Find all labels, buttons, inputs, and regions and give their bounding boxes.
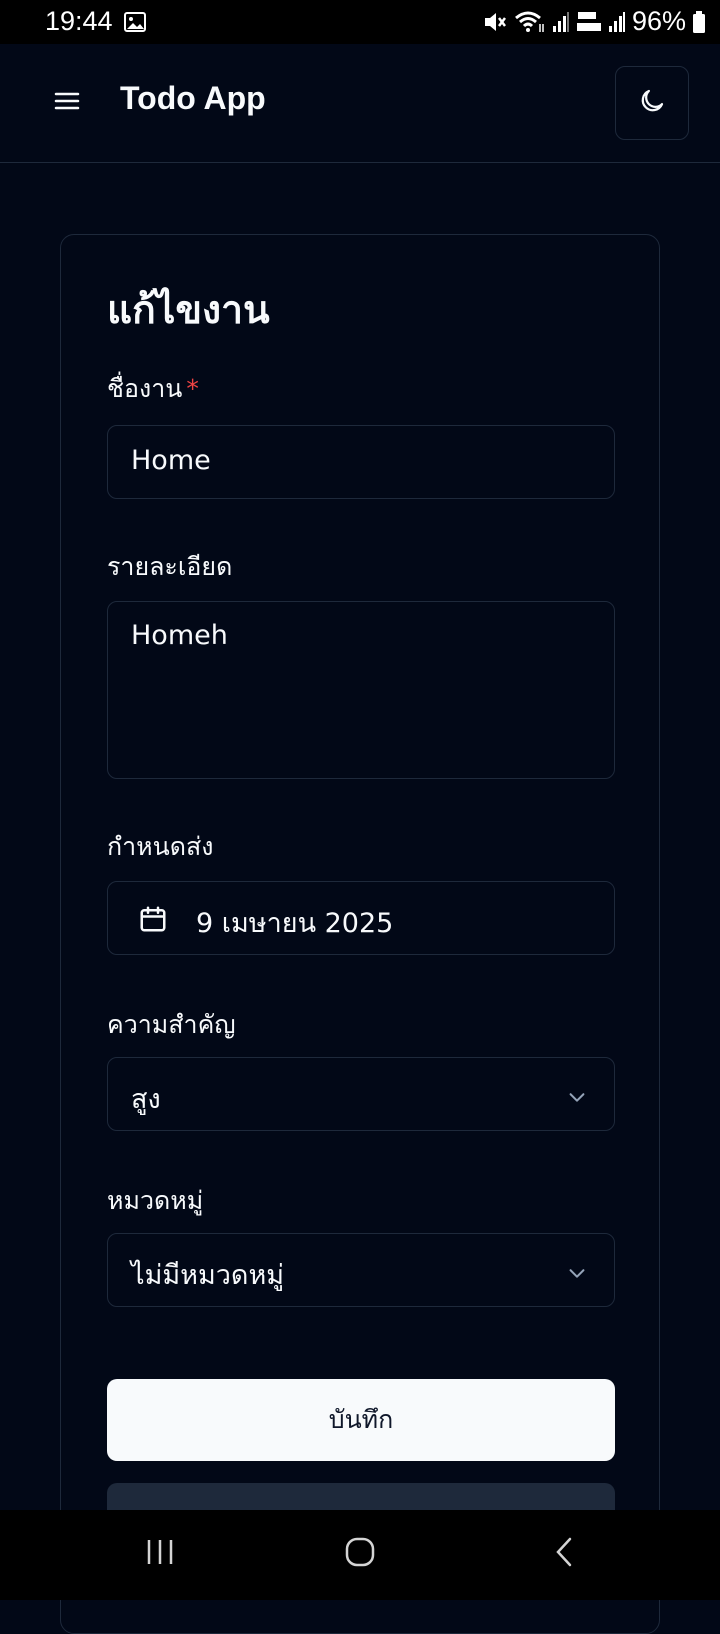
signal-2-icon xyxy=(608,11,626,33)
recent-apps-button[interactable] xyxy=(144,1536,176,1572)
description-textarea[interactable]: Homeh xyxy=(107,601,615,779)
due-date-picker[interactable]: 9 เมษายน 2025 xyxy=(107,881,615,955)
signal-icon xyxy=(552,11,570,33)
priority-value: สูง xyxy=(131,1084,161,1115)
page-title: แก้ไขงาน xyxy=(107,288,270,333)
category-select[interactable]: ไม่มีหมวดหมู่ xyxy=(107,1233,615,1307)
gallery-notification-icon xyxy=(124,12,146,32)
status-time: 19:44 xyxy=(45,6,113,36)
home-button[interactable] xyxy=(344,1536,376,1572)
status-icons: 96% xyxy=(482,6,706,37)
description-value: Homeh xyxy=(131,620,228,651)
mute-icon xyxy=(482,10,508,34)
task-name-label: ชื่องาน * xyxy=(107,369,199,409)
edit-task-card: แก้ไขงาน ชื่องาน * Home รายละเอียด Homeh … xyxy=(60,234,660,1634)
app-title: Todo App xyxy=(120,80,266,116)
chevron-down-icon xyxy=(566,1084,588,1115)
category-label: หมวดหมู่ xyxy=(107,1186,204,1215)
battery-percent: 96% xyxy=(631,6,686,36)
task-name-value: Home xyxy=(131,445,211,476)
task-name-input[interactable]: Home xyxy=(107,425,615,499)
system-nav-bar xyxy=(0,1510,720,1600)
priority-label: ความสำคัญ xyxy=(107,1010,236,1039)
theme-toggle-button[interactable] xyxy=(615,66,689,140)
app-header: Todo App xyxy=(0,44,720,163)
status-bar: 19:44 96% xyxy=(0,0,720,44)
description-label: รายละเอียด xyxy=(107,552,233,581)
wifi-icon xyxy=(514,10,546,34)
save-button[interactable]: บันทึก xyxy=(107,1379,615,1461)
battery-icon xyxy=(692,10,706,34)
volte-icon xyxy=(576,10,602,34)
menu-button[interactable] xyxy=(50,84,84,118)
priority-select[interactable]: สูง xyxy=(107,1057,615,1131)
category-value: ไม่มีหมวดหมู่ xyxy=(131,1260,285,1291)
chevron-down-icon xyxy=(566,1260,588,1291)
due-date-label: กำหนดส่ง xyxy=(107,832,214,861)
menu-icon xyxy=(50,92,84,122)
back-button[interactable] xyxy=(552,1536,578,1572)
calendar-icon xyxy=(138,904,168,941)
task-name-label-text: ชื่องาน xyxy=(107,374,183,403)
moon-icon xyxy=(637,86,667,120)
due-date-value: 9 เมษายน 2025 xyxy=(196,908,394,939)
required-mark: * xyxy=(186,374,199,403)
